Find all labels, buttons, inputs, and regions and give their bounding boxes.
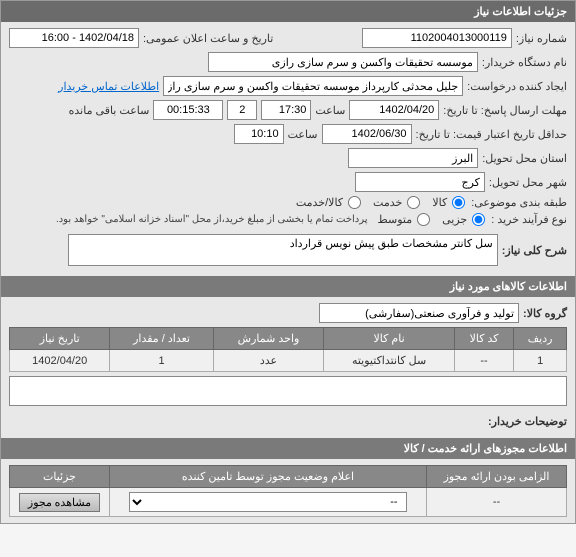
remaining-label: ساعت باقی مانده (69, 104, 150, 117)
reply-deadline-label: مهلت ارسال پاسخ: تا تاریخ: (443, 104, 567, 117)
cell-qty: 1 (110, 350, 213, 372)
panel-header: جزئیات اطلاعات نیاز (1, 1, 575, 22)
days-left-input[interactable] (227, 100, 257, 120)
cat-goods-radio[interactable] (452, 196, 465, 209)
buyer-label: نام دستگاه خریدار: (482, 56, 567, 69)
reply-time-input[interactable] (261, 100, 311, 120)
announce-input[interactable] (9, 28, 139, 48)
cell-date: 1402/04/20 (10, 350, 110, 372)
col-unit: واحد شمارش (213, 328, 324, 350)
pt-minor-radio[interactable] (472, 213, 485, 226)
validity-time-input[interactable] (234, 124, 284, 144)
cell-unit: عدد (213, 350, 324, 372)
items-header-title: اطلاعات کالاهای مورد نیاز (450, 281, 567, 293)
desc-label: شرح کلی نیاز: (502, 244, 567, 257)
purchase-type-label: نوع فرآیند خرید : (491, 213, 567, 226)
group-input[interactable] (319, 303, 519, 323)
desc-textarea[interactable] (68, 234, 498, 266)
need-number-label: شماره نیاز: (516, 32, 567, 45)
col-qty: تعداد / مقدار (110, 328, 213, 350)
pcol-details: جزئیات (10, 466, 110, 488)
validity-label: حداقل تاریخ اعتبار قیمت: تا تاریخ: (416, 128, 567, 141)
pt-minor-label: جزیی (442, 213, 467, 226)
reply-date-input[interactable] (349, 100, 439, 120)
creator-input[interactable] (163, 76, 463, 96)
form-area: شماره نیاز: تاریخ و ساعت اعلان عمومی: نا… (1, 22, 575, 276)
pt-note: پرداخت تمام یا بخشی از مبلغ خرید،از محل … (56, 214, 368, 225)
announce-label: تاریخ و ساعت اعلان عمومی: (143, 32, 273, 45)
group-label: گروه کالا: (523, 307, 567, 320)
pt-medium-radio[interactable] (417, 213, 430, 226)
permits-area: الزامی بودن ارائه مجوز اعلام وضعیت مجوز … (1, 459, 575, 523)
remaining-time-input[interactable] (153, 100, 223, 120)
validity-date-input[interactable] (322, 124, 412, 144)
pcell-mandatory: -- (427, 488, 567, 517)
permits-row: -- -- مشاهده مجوز (10, 488, 567, 517)
panel-title: جزئیات اطلاعات نیاز (474, 6, 567, 18)
cat-both-label: کالا/خدمت (296, 196, 343, 209)
need-number-input[interactable] (362, 28, 512, 48)
status-select[interactable]: -- (129, 492, 406, 512)
cell-idx: 1 (514, 350, 567, 372)
cell-code: -- (454, 350, 513, 372)
table-row[interactable]: 1 -- سل کانتداکتیویته عدد 1 1402/04/20 (10, 350, 567, 372)
purchase-type-group: جزیی متوسط (378, 213, 488, 226)
main-panel: جزئیات اطلاعات نیاز شماره نیاز: تاریخ و … (0, 0, 576, 524)
time-label-1: ساعت (315, 104, 345, 117)
pcell-status: -- (110, 488, 427, 517)
buyer-notes-label: توضیحات خریدار: (488, 415, 567, 428)
pcol-mandatory: الزامی بودن ارائه مجوز (427, 466, 567, 488)
pcol-status: اعلام وضعیت مجوز توسط تامین کننده (110, 466, 427, 488)
items-header: اطلاعات کالاهای مورد نیاز (1, 276, 575, 297)
contact-link[interactable]: اطلاعات تماس خریدار (58, 80, 159, 93)
pcell-details: مشاهده مجوز (10, 488, 110, 517)
col-code: کد کالا (454, 328, 513, 350)
cat-both-radio[interactable] (348, 196, 361, 209)
items-area: گروه کالا: ردیف کد کالا نام کالا واحد شم… (1, 297, 575, 438)
permits-header-title: اطلاعات مجوزهای ارائه خدمت / کالا (404, 443, 567, 455)
col-name: نام کالا (324, 328, 454, 350)
col-row: ردیف (514, 328, 567, 350)
items-table: ردیف کد کالا نام کالا واحد شمارش تعداد /… (9, 327, 567, 372)
time-label-2: ساعت (288, 128, 318, 141)
province-label: استان محل تحویل: (482, 152, 567, 165)
cat-service-label: خدمت (373, 196, 402, 209)
permits-table: الزامی بودن ارائه مجوز اعلام وضعیت مجوز … (9, 465, 567, 517)
buyer-input[interactable] (208, 52, 478, 72)
category-radio-group: کالا خدمت کالا/خدمت (296, 196, 467, 209)
pt-medium-label: متوسط (378, 213, 413, 226)
creator-label: ایجاد کننده درخواست: (467, 80, 567, 93)
city-label: شهر محل تحویل: (489, 176, 567, 189)
cell-name: سل کانتداکتیویته (324, 350, 454, 372)
cat-service-radio[interactable] (407, 196, 420, 209)
col-date: تاریخ نیاز (10, 328, 110, 350)
cat-goods-label: کالا (432, 196, 447, 209)
city-input[interactable] (355, 172, 485, 192)
view-permit-button[interactable]: مشاهده مجوز (19, 493, 100, 512)
category-label: طبقه بندی موضوعی: (471, 196, 567, 209)
items-extra-textarea[interactable] (9, 376, 567, 406)
permits-header: اطلاعات مجوزهای ارائه خدمت / کالا (1, 438, 575, 459)
province-input[interactable] (348, 148, 478, 168)
